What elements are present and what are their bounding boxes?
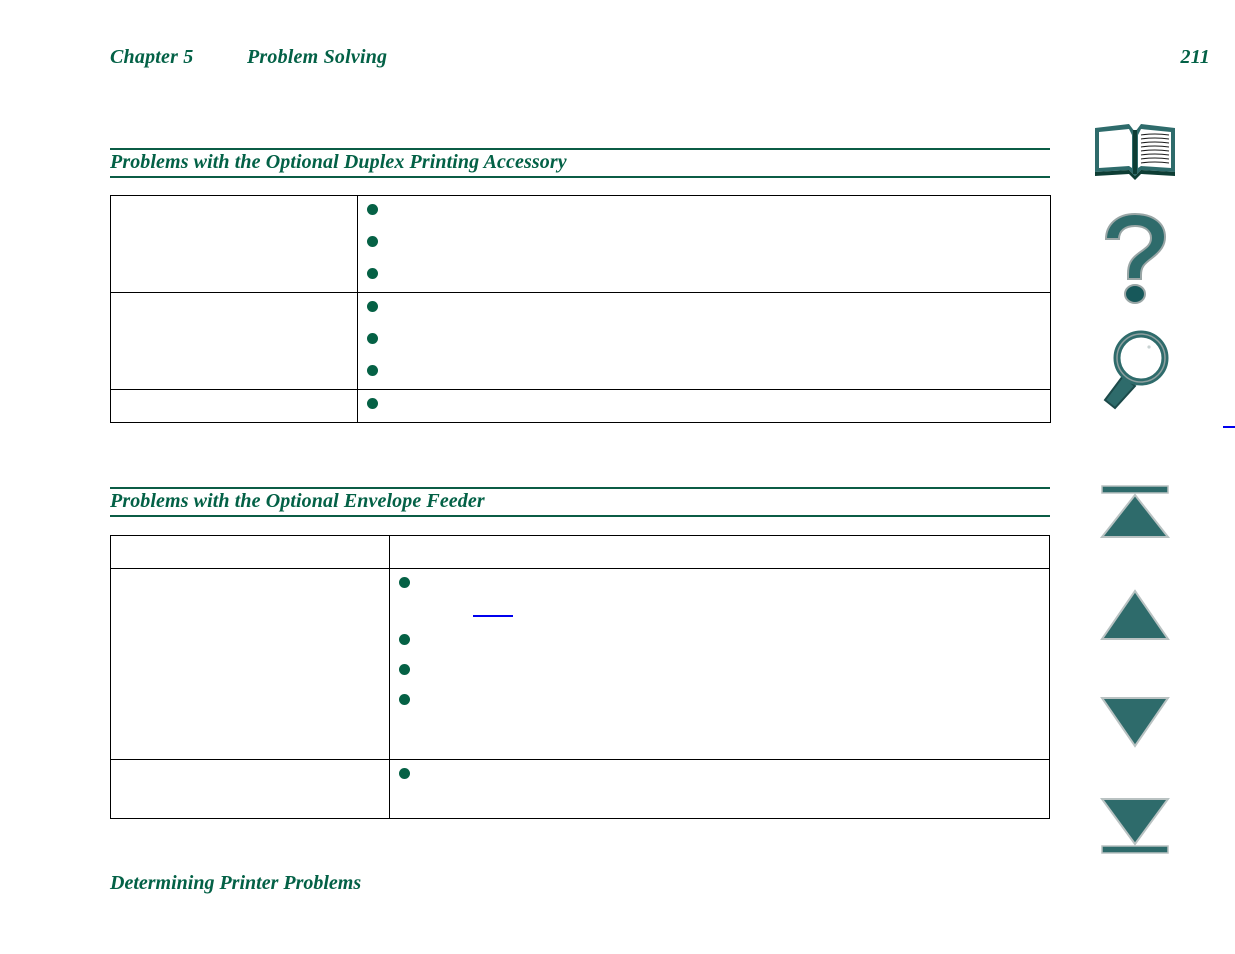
cause-bullet-list [358, 196, 1050, 292]
navigation-sidebar [1080, 110, 1200, 870]
bullet-icon [399, 577, 410, 588]
table-cell-cause [357, 389, 1235, 428]
last-page-icon[interactable] [1080, 796, 1190, 872]
next-page-icon[interactable] [1080, 694, 1190, 760]
header-chapter-title: Problem Solving [247, 46, 388, 68]
table-row [110, 759, 1050, 819]
previous-page-icon[interactable] [1080, 588, 1190, 654]
bullet-icon [367, 236, 378, 247]
list-item [358, 390, 1050, 422]
cause-bullet-list [390, 760, 1049, 805]
table-row [110, 195, 1051, 293]
section-heading-envelope-label: Problems with the Optional Envelope Feed… [110, 490, 485, 512]
list-item [390, 626, 1049, 656]
list-item [390, 760, 1049, 805]
list-item [358, 293, 1050, 325]
page-number: 211 [1180, 46, 1210, 68]
section-heading-duplex-label: Problems with the Optional Duplex Printi… [110, 151, 567, 173]
bullet-icon [367, 365, 378, 376]
table-cell-symptom [110, 568, 390, 760]
book-icon[interactable] [1080, 120, 1190, 200]
table-cell-cause [389, 568, 1050, 760]
list-item [358, 325, 1050, 357]
table-cell-cause [389, 759, 1050, 819]
section-heading-duplex: Problems with the Optional Duplex Printi… [110, 148, 1050, 178]
bullet-icon [399, 634, 410, 645]
bullet-icon [367, 301, 378, 312]
list-item [390, 569, 1049, 626]
first-page-icon[interactable] [1080, 482, 1190, 552]
list-item [358, 228, 1050, 260]
table-cell-symptom [110, 195, 358, 293]
table-row [110, 389, 1235, 428]
page-header: Chapter 5 Problem Solving 211 [110, 46, 1210, 80]
header-chapter-label: Chapter 5 [110, 46, 194, 68]
table-header-cell-cause [389, 535, 1050, 569]
table-cell-cause [357, 292, 1051, 390]
bullet-icon [399, 694, 410, 705]
cause-bullet-list [390, 569, 1049, 741]
table-cell-cause [357, 195, 1051, 293]
section-heading-envelope: Problems with the Optional Envelope Feed… [110, 487, 1050, 517]
question-mark-icon[interactable] [1080, 208, 1190, 314]
cross-reference-link[interactable] [1223, 426, 1235, 428]
table-cell-symptom [110, 292, 358, 390]
table-row [110, 568, 1050, 760]
table-cell-symptom [110, 389, 358, 423]
cause-bullet-list [358, 293, 1050, 389]
list-item [390, 686, 1049, 741]
bullet-icon [367, 398, 378, 409]
bullet-icon [399, 768, 410, 779]
magnifier-icon[interactable] [1080, 328, 1190, 420]
duplex-problems-table [110, 195, 1235, 428]
bullet-icon [367, 268, 378, 279]
table-row [110, 292, 1051, 390]
bullet-icon [367, 333, 378, 344]
cause-bullet-list [358, 390, 1050, 422]
cross-reference-link[interactable] [473, 615, 513, 617]
list-item [358, 260, 1050, 292]
table-header-row [110, 535, 1050, 569]
list-item [390, 656, 1049, 686]
table-cell-symptom [110, 759, 390, 819]
bullet-icon [367, 204, 378, 215]
table-header-cell-symptom [110, 535, 390, 569]
bullet-icon [399, 664, 410, 675]
determining-printer-problems-heading: Determining Printer Problems [110, 872, 362, 894]
list-item [358, 357, 1050, 389]
envelope-feeder-problems-table [110, 535, 1050, 819]
list-item [358, 196, 1050, 228]
